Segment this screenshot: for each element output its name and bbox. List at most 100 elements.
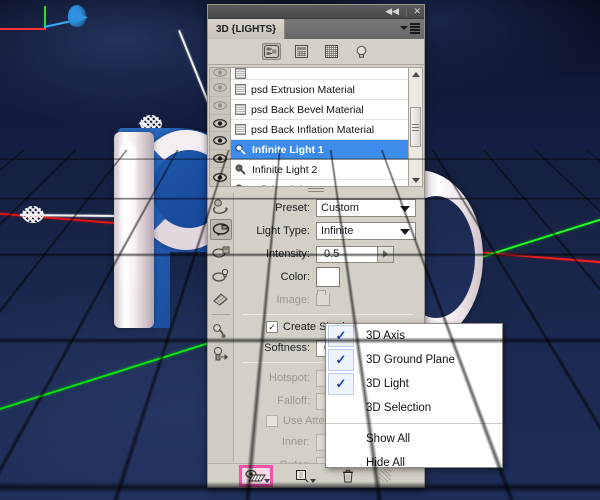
light-type-row: Light Type: Infinite — [238, 222, 416, 240]
roll-light-tool[interactable] — [210, 219, 232, 240]
mesh-filter-icon[interactable] — [292, 43, 311, 60]
menu-item-show-all[interactable]: Show All — [326, 427, 502, 451]
panel-titlebar: ◀◀ | ✕ — [208, 5, 424, 19]
menu-item-label: 3D Selection — [354, 402, 431, 414]
slide-light-tool[interactable] — [210, 265, 232, 286]
eye-toggle[interactable] — [210, 132, 230, 150]
preset-label: Preset: — [238, 202, 316, 214]
chevron-down-icon — [400, 229, 410, 235]
create-shadows-checkbox[interactable]: ✓ — [266, 321, 278, 333]
lights-filter-icon[interactable] — [352, 43, 371, 60]
menu-item-spacer — [328, 452, 354, 474]
grip-icon — [412, 124, 419, 131]
list-item-label: psd Back Bevel Material — [251, 104, 364, 116]
titlebar-separator: | — [405, 7, 407, 17]
image-label: Image: — [238, 294, 316, 306]
light-icon — [235, 184, 247, 188]
material-icon — [235, 104, 246, 115]
3d-axis-widget[interactable] — [0, 0, 110, 70]
properties-divider — [242, 314, 414, 315]
new-light-button[interactable] — [287, 467, 317, 485]
chevron-down-icon — [264, 479, 270, 483]
close-icon[interactable]: ✕ — [413, 7, 421, 16]
menu-item-hide-all[interactable]: Hide All — [326, 451, 502, 475]
chevron-down-icon — [310, 479, 316, 483]
move-to-current-view-tool[interactable] — [210, 343, 232, 364]
material-icon — [235, 124, 246, 135]
menu-item-3d-axis[interactable]: ✓ 3D Axis — [326, 324, 502, 348]
object-list-rows[interactable]: psd Extrusion Material psd Back Bevel Ma… — [230, 67, 409, 187]
scene-object-list[interactable]: psd Extrusion Material psd Back Bevel Ma… — [208, 65, 424, 187]
list-item[interactable]: psd Extrusion Material — [231, 80, 408, 100]
drag-light-tool[interactable] — [210, 242, 232, 263]
eye-toggle[interactable] — [210, 115, 230, 133]
menu-separator — [326, 423, 502, 424]
3d-tool-strip[interactable] — [208, 193, 234, 462]
scene-filter-icon[interactable] — [262, 43, 281, 60]
panel-tabrow: 3D {LIGHTS} — [208, 19, 424, 39]
misc-3d-extras-menu[interactable]: ✓ 3D Axis ✓ 3D Ground Plane ✓ 3D Light 3… — [325, 323, 503, 468]
intensity-stepper[interactable] — [378, 246, 394, 263]
list-item[interactable]: Infinite Light 2 — [231, 160, 408, 180]
check-icon[interactable] — [328, 397, 354, 419]
list-item-selected[interactable]: Infinite Light 1 — [231, 140, 408, 160]
softness-label: Softness: — [238, 342, 316, 354]
menu-item-3d-selection[interactable]: 3D Selection — [326, 396, 502, 420]
scroll-down-button[interactable] — [410, 174, 422, 186]
hotspot-label: Hotspot: — [238, 372, 316, 384]
intensity-input[interactable]: 0.5 — [316, 246, 378, 263]
light-widget-node-2[interactable] — [22, 206, 44, 223]
point-at-origin-tool[interactable] — [210, 320, 232, 341]
color-swatch[interactable] — [316, 267, 340, 287]
menu-item-label: Hide All — [354, 457, 405, 469]
list-item-label: psd Back Inflation Material — [251, 124, 374, 136]
list-item[interactable]: psd Back Inflation Material — [231, 120, 408, 140]
scrollbar-thumb[interactable] — [410, 107, 421, 147]
scroll-up-button[interactable] — [410, 68, 422, 80]
use-attenuation-checkbox — [266, 415, 278, 427]
hamburger-icon — [410, 23, 420, 34]
list-item[interactable]: Infinite Light 3 — [231, 180, 408, 187]
eye-toggle[interactable] — [210, 168, 230, 186]
check-icon[interactable]: ✓ — [328, 373, 354, 395]
list-item[interactable] — [231, 68, 408, 80]
menu-item-3d-ground-plane[interactable]: ✓ 3D Ground Plane — [326, 348, 502, 372]
rotate-light-tool[interactable] — [210, 196, 232, 217]
toggle-misc-3d-extras-button[interactable] — [241, 467, 271, 485]
menu-item-3d-light[interactable]: ✓ 3D Light — [326, 372, 502, 396]
tab-label: 3D {LIGHTS} — [216, 24, 276, 35]
light-type-value: Infinite — [321, 225, 353, 237]
tab-3d-lights[interactable]: 3D {LIGHTS} — [208, 19, 285, 39]
falloff-label: Falloff: — [238, 395, 316, 407]
panel-menu-button[interactable] — [400, 23, 420, 34]
list-item[interactable]: psd Back Bevel Material — [231, 100, 408, 120]
list-scrollbar[interactable] — [409, 67, 423, 187]
menu-item-label: 3D Axis — [354, 330, 405, 342]
materials-filter-icon[interactable] — [322, 43, 341, 60]
menu-item-label: 3D Light — [354, 378, 409, 390]
eye-toggle[interactable] — [210, 97, 230, 115]
axis-widget-red-arm — [0, 28, 46, 30]
scale-light-tool[interactable] — [210, 288, 232, 309]
preset-value: Custom — [321, 202, 359, 214]
folder-icon — [316, 294, 330, 306]
preset-select[interactable]: Custom — [316, 199, 416, 217]
check-icon[interactable]: ✓ — [328, 349, 354, 371]
new-light-icon — [295, 469, 309, 483]
light-icon — [235, 144, 247, 156]
color-row: Color: — [238, 268, 416, 286]
scene-filter-bar — [208, 39, 424, 65]
image-row: Image: — [238, 291, 416, 309]
color-label: Color: — [238, 271, 316, 283]
intensity-label: Intensity: — [238, 248, 316, 260]
visibility-column — [209, 67, 230, 187]
eye-toggle[interactable] — [210, 150, 230, 168]
eye-toggle[interactable] — [210, 79, 230, 97]
eye-toggle[interactable] — [210, 68, 230, 79]
light-type-select[interactable]: Infinite — [316, 222, 416, 240]
menu-item-spacer — [328, 428, 354, 450]
collapse-icon[interactable]: ◀◀ — [385, 7, 399, 16]
check-icon[interactable]: ✓ — [328, 325, 354, 347]
list-item-label: Infinite Light 1 — [252, 144, 324, 156]
light-type-label: Light Type: — [238, 225, 316, 237]
